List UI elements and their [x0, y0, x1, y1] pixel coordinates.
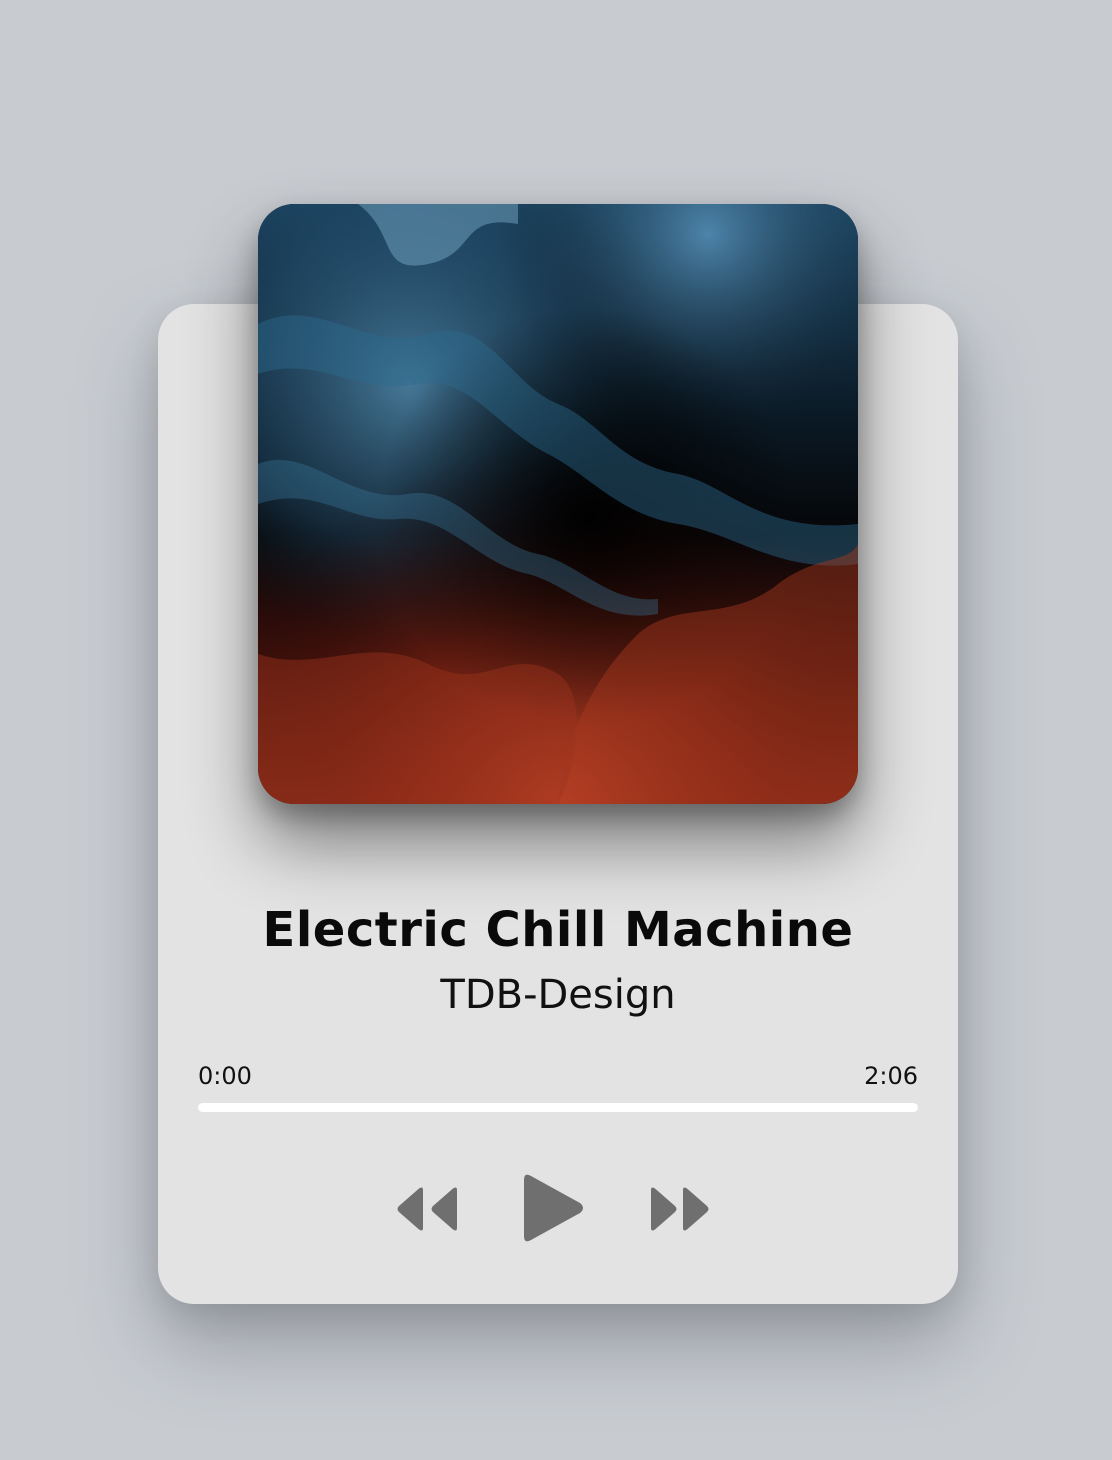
total-time: 2:06 — [864, 1062, 918, 1090]
album-cover — [258, 204, 858, 804]
play-button[interactable] — [522, 1172, 586, 1244]
play-icon — [524, 1174, 583, 1242]
rewind-icon — [397, 1187, 457, 1231]
album-art-image — [258, 204, 858, 804]
track-artist: TDB-Design — [440, 972, 676, 1018]
fast-forward-icon — [651, 1187, 709, 1231]
next-button[interactable] — [648, 1186, 712, 1232]
current-time: 0:00 — [198, 1062, 252, 1090]
track-title: Electric Chill Machine — [262, 902, 854, 958]
progress-bar[interactable] — [198, 1103, 918, 1112]
previous-button[interactable] — [396, 1186, 460, 1232]
